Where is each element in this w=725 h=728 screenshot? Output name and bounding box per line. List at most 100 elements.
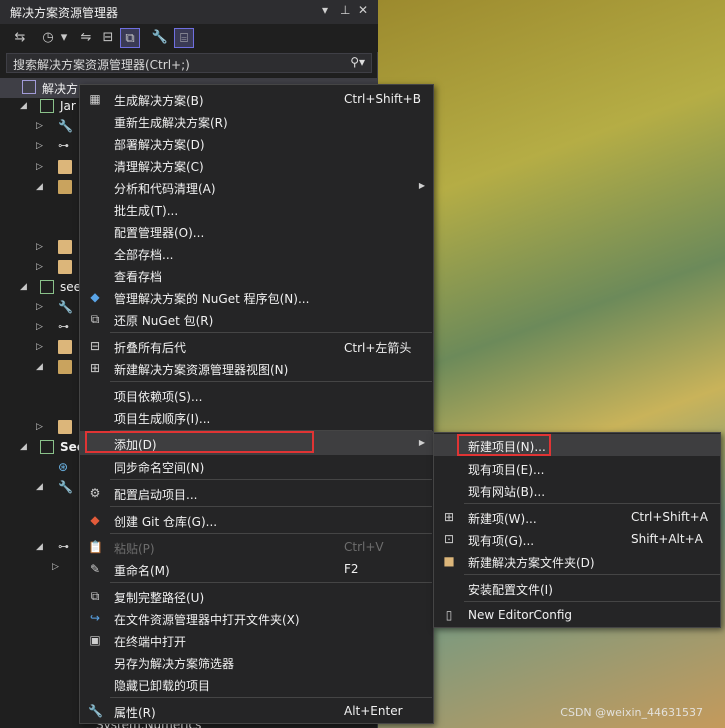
project-label: see	[60, 280, 82, 294]
wrench-icon: 🔧	[88, 704, 103, 718]
submenu-item-label: 现有网站(B)...	[468, 485, 546, 499]
submenu-item-install-config[interactable]: 安装配置文件(I)	[434, 577, 720, 599]
collapse-arrow-icon[interactable]: ▷	[36, 242, 43, 252]
menu-separator	[464, 574, 720, 575]
menu-item-collapse-all[interactable]: ⊟ 折叠所有后代 Ctrl+左箭头	[80, 335, 433, 357]
panel-title: 解决方案资源管理器	[10, 6, 119, 20]
menu-item-rename[interactable]: ✎ 重命名(M) F2	[80, 558, 433, 580]
menu-item-label: 重命名(M)	[114, 564, 170, 578]
menu-item-configure-startup[interactable]: ⚙ 配置启动项目...	[80, 482, 433, 504]
menu-item-build-order[interactable]: 项目生成顺序(I)...	[80, 406, 433, 428]
menu-item-sync-namespaces[interactable]: 同步命名空间(N)	[80, 455, 433, 477]
menu-item-shortcut: F2	[344, 562, 359, 576]
submenu-item-new-solution-folder[interactable]: ■ 新建解决方案文件夹(D)	[434, 550, 720, 572]
existing-item-icon: ⊡	[443, 532, 455, 546]
folder-open-icon	[58, 360, 72, 374]
menu-item-label: 复制完整路径(U)	[114, 591, 205, 605]
menu-item-paste[interactable]: 📋 粘贴(P) Ctrl+V	[80, 536, 433, 558]
pin-icon[interactable]: ⊥	[340, 3, 350, 17]
file-icon: ▯	[445, 608, 453, 622]
menu-item-label: 项目生成顺序(I)...	[114, 412, 211, 426]
menu-item-copy-full-path[interactable]: ⧉ 复制完整路径(U)	[80, 585, 433, 607]
git-icon: ◆	[90, 513, 100, 527]
menu-item-label: 属性(R)	[114, 706, 156, 720]
collapse-arrow-icon[interactable]: ▷	[36, 141, 43, 151]
search-input[interactable]: 搜索解决方案资源管理器(Ctrl+;) ⚲▾	[6, 53, 372, 73]
menu-item-label: 新建解决方案资源管理器视图(N)	[114, 363, 289, 377]
menu-item-label: 全部存档...	[114, 248, 174, 262]
menu-item-save-as-filter[interactable]: 另存为解决方案筛选器	[80, 651, 433, 673]
project-icon	[40, 440, 54, 454]
preview-selected-icon[interactable]: ⌸	[174, 28, 194, 48]
panel-toolbar: ⇆ ◷ ▾ ⇋ ⊟ ⧉ 🔧 ⌸	[0, 24, 378, 52]
solution-icon	[22, 80, 36, 94]
folder-icon	[58, 260, 72, 274]
submenu-item-existing-website[interactable]: 现有网站(B)...	[434, 479, 720, 501]
menu-item-project-dependencies[interactable]: 项目依赖项(S)...	[80, 384, 433, 406]
copy-icon: ⧉	[90, 589, 100, 603]
switch-views-icon[interactable]: ⇆	[10, 28, 30, 48]
menu-item-create-git-repo[interactable]: ◆ 创建 Git 仓库(G)...	[80, 509, 433, 531]
show-all-files-icon[interactable]: ⧉	[120, 28, 140, 48]
menu-item-configuration-manager[interactable]: 配置管理器(O)...	[80, 220, 433, 242]
collapse-arrow-icon[interactable]: ▷	[36, 262, 43, 272]
menu-item-view-archive[interactable]: 查看存档	[80, 264, 433, 286]
submenu-item-existing-project[interactable]: 现有项目(E)...	[434, 457, 720, 479]
submenu-item-new-item[interactable]: ⊞ 新建项(W)... Ctrl+Shift+A	[434, 506, 720, 528]
menu-item-properties[interactable]: 🔧 属性(R) Alt+Enter	[80, 700, 433, 722]
watermark: CSDN @weixin_44631537	[560, 706, 703, 719]
menu-item-deploy-solution[interactable]: 部署解决方案(D)	[80, 132, 433, 154]
collapse-arrow-icon[interactable]: ▷	[36, 302, 43, 312]
collapse-arrow-icon[interactable]: ▷	[36, 121, 43, 131]
history-icon[interactable]: ◷	[38, 28, 58, 48]
menu-separator	[110, 381, 432, 382]
collapse-arrow-icon[interactable]: ▷	[36, 162, 43, 172]
expand-arrow-icon[interactable]: ◢	[36, 182, 43, 192]
folder-open-icon	[58, 180, 72, 194]
menu-item-new-explorer-view[interactable]: ⊞ 新建解决方案资源管理器视图(N)	[80, 357, 433, 379]
collapse-arrow-icon[interactable]: ▷	[36, 422, 43, 432]
wrench-icon: 🔧	[58, 300, 73, 314]
search-placeholder: 搜索解决方案资源管理器(Ctrl+;)	[13, 58, 190, 72]
menu-item-hide-unloaded[interactable]: 隐藏已卸载的项目	[80, 673, 433, 695]
properties-wrench-icon[interactable]: 🔧	[150, 28, 170, 48]
menu-item-open-in-terminal[interactable]: ▣ 在终端中打开	[80, 629, 433, 651]
menu-item-shortcut: Alt+Enter	[344, 704, 403, 718]
menu-item-shortcut: Ctrl+Shift+B	[344, 92, 421, 106]
menu-item-restore-nuget[interactable]: ⧉ 还原 NuGet 包(R)	[80, 308, 433, 330]
submenu-item-existing-item[interactable]: ⊡ 现有项(G)... Shift+Alt+A	[434, 528, 720, 550]
menu-separator	[110, 332, 432, 333]
menu-separator	[110, 582, 432, 583]
expand-arrow-icon[interactable]: ◢	[36, 362, 43, 372]
menu-item-batch-build[interactable]: 批生成(T)...	[80, 198, 433, 220]
search-icon[interactable]: ⚲▾	[350, 55, 365, 69]
menu-item-analyze-code-cleanup[interactable]: 分析和代码清理(A) ▶	[80, 176, 433, 198]
menu-item-build-solution[interactable]: ▦ 生成解决方案(B) Ctrl+Shift+B	[80, 88, 433, 110]
add-submenu: 新建项目(N)... 现有项目(E)... 现有网站(B)... ⊞ 新建项(W…	[433, 432, 721, 628]
menu-item-clean-solution[interactable]: 清理解决方案(C)	[80, 154, 433, 176]
expand-arrow-icon[interactable]: ◢	[36, 482, 43, 492]
submenu-item-label: 新建项(W)...	[468, 512, 537, 526]
expand-arrow-icon[interactable]: ◢	[20, 101, 27, 111]
submenu-item-new-editorconfig[interactable]: ▯ New EditorConfig	[434, 604, 720, 626]
close-icon[interactable]: ✕	[358, 3, 368, 17]
menu-item-shortcut: Ctrl+左箭头	[344, 341, 412, 355]
expand-arrow-icon[interactable]: ◢	[20, 442, 27, 452]
references-icon: ⊶	[58, 540, 69, 553]
dropdown-icon[interactable]: ▾	[322, 3, 328, 17]
menu-item-archive-all[interactable]: 全部存档...	[80, 242, 433, 264]
highlight-box-new-project	[457, 434, 551, 456]
collapse-arrow-icon[interactable]: ▷	[52, 562, 59, 572]
menu-item-open-in-explorer[interactable]: ↪ 在文件资源管理器中打开文件夹(X)	[80, 607, 433, 629]
collapse-all-icon[interactable]: ⊟	[98, 28, 118, 48]
expand-arrow-icon[interactable]: ◢	[20, 282, 27, 292]
sync-icon[interactable]: ⇋	[76, 28, 96, 48]
menu-item-rebuild-solution[interactable]: 重新生成解决方案(R)	[80, 110, 433, 132]
connected-services-icon: ⊛	[58, 460, 69, 474]
collapse-arrow-icon[interactable]: ▷	[36, 342, 43, 352]
expand-arrow-icon[interactable]: ◢	[36, 542, 43, 552]
history-dropdown-icon[interactable]: ▾	[58, 28, 70, 48]
menu-item-label: 创建 Git 仓库(G)...	[114, 515, 218, 529]
menu-item-manage-nuget[interactable]: ◆ 管理解决方案的 NuGet 程序包(N)...	[80, 286, 433, 308]
collapse-arrow-icon[interactable]: ▷	[36, 322, 43, 332]
